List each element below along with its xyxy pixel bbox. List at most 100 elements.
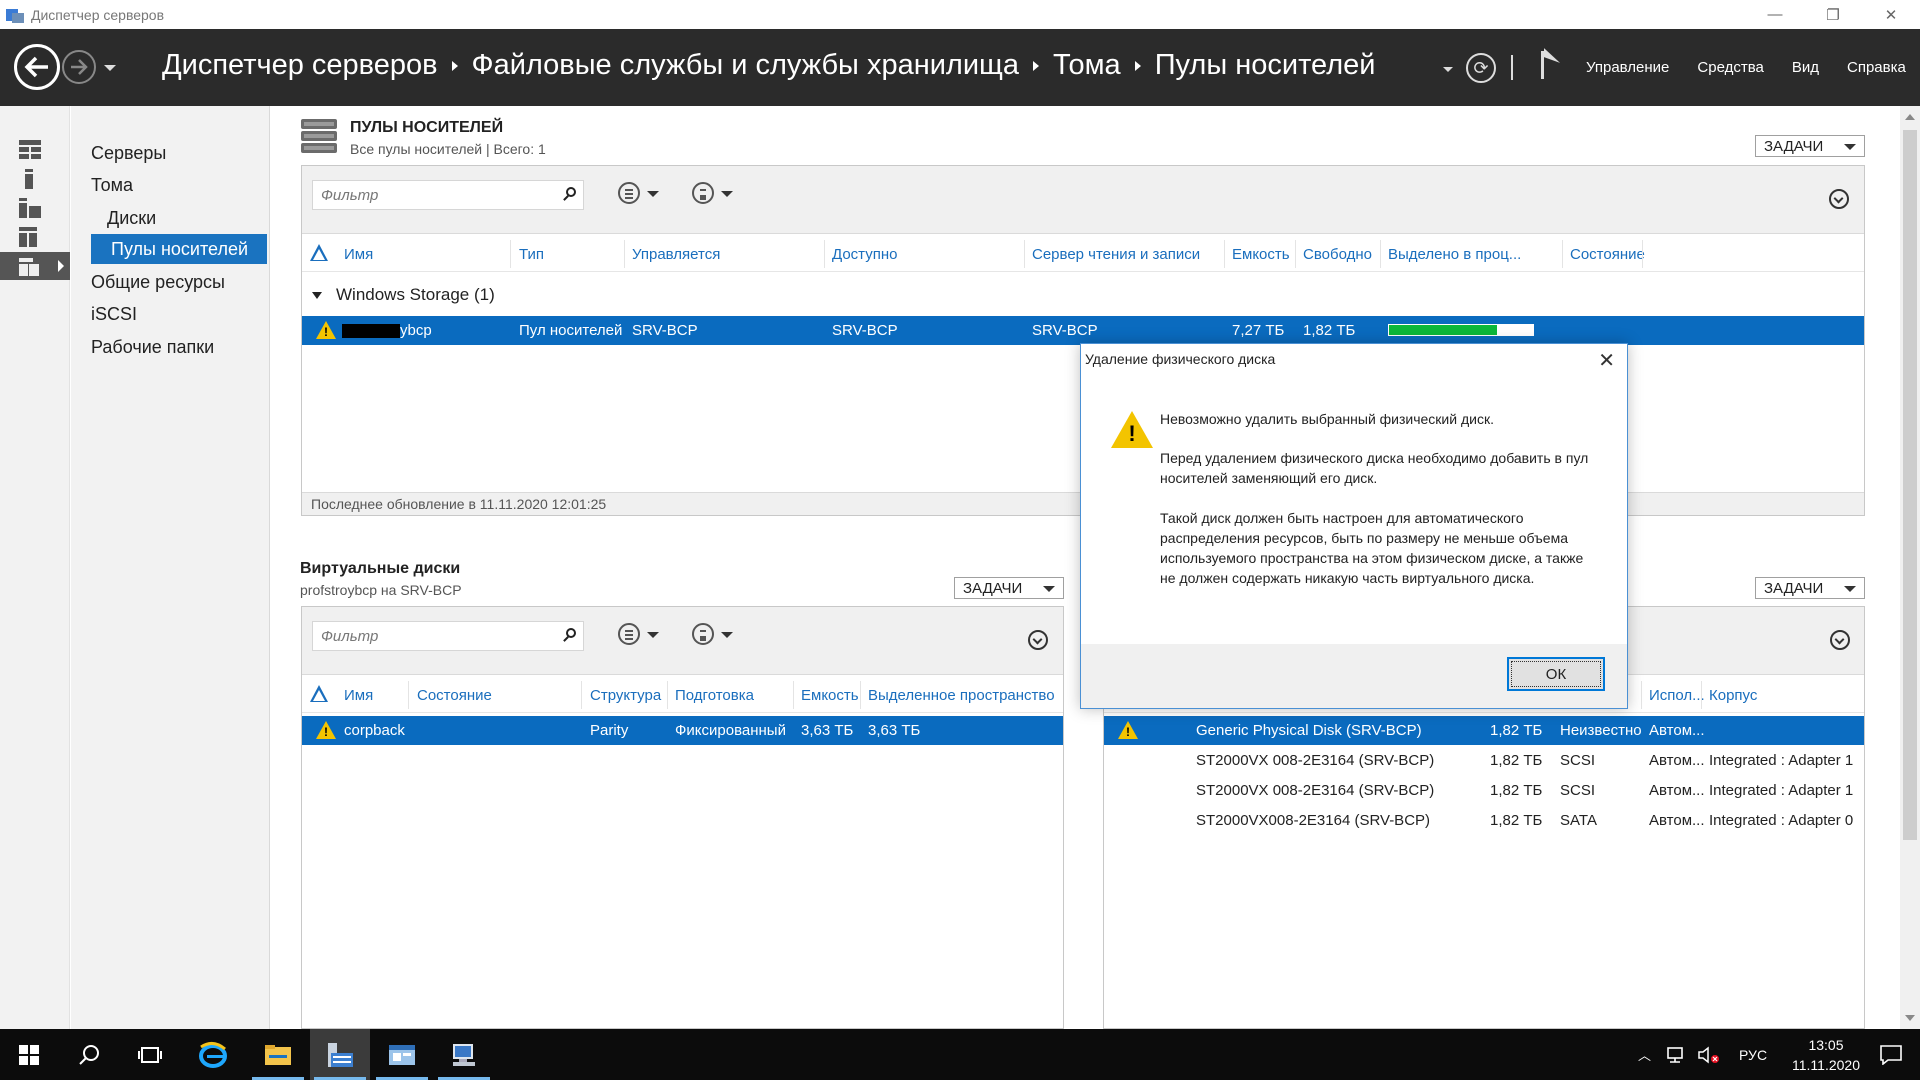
table-row[interactable]: ! ybcp Пул носителей SRV-BCP SRV-BCP SRV… — [302, 316, 1864, 345]
col-allocated-percent[interactable]: Выделено в проц... — [1388, 246, 1521, 263]
nav-item-volumes[interactable]: Тома — [91, 170, 133, 200]
pool-group-header[interactable]: Windows Storage (1) — [312, 285, 495, 305]
refresh-button[interactable]: ⟳ — [1466, 53, 1496, 83]
pdisk-capacity: 1,82 ТБ — [1490, 722, 1543, 739]
rail-storage-services[interactable] — [0, 252, 70, 280]
search-icon[interactable] — [563, 628, 577, 642]
pools-expand-button[interactable] — [1829, 189, 1849, 209]
breadcrumb-volumes[interactable]: Тома — [1053, 49, 1121, 82]
nav-item-iscsi[interactable]: iSCSI — [91, 299, 137, 329]
col-name[interactable]: Имя — [344, 687, 373, 704]
explorer-taskbar-button[interactable] — [248, 1029, 308, 1080]
save-query-dropdown-icon[interactable] — [721, 632, 733, 638]
table-row[interactable]: ST2000VX008-2E3164 (SRV-BCP) 1,82 ТБ SAT… — [1104, 806, 1864, 835]
action-center-button[interactable] — [1862, 1029, 1920, 1080]
clock[interactable]: 13:05 11.11.2020 — [1792, 1035, 1860, 1075]
redacted-name-block — [342, 324, 400, 338]
server-manager-taskbar-button[interactable] — [310, 1029, 370, 1080]
pools-filter-input[interactable]: Фильтр — [312, 180, 584, 210]
col-allocated[interactable]: Выделенное пространство — [868, 687, 1055, 704]
table-row[interactable]: ST2000VX 008-2E3164 (SRV-BCP) 1,82 ТБ SC… — [1104, 776, 1864, 805]
scroll-up-icon[interactable] — [1905, 114, 1915, 120]
forward-button[interactable] — [62, 50, 96, 84]
collapse-triangle-icon[interactable] — [312, 292, 322, 300]
save-query-icon[interactable] — [692, 623, 714, 645]
pools-tasks-button[interactable]: ЗАДАЧИ — [1755, 135, 1865, 157]
menu-help[interactable]: Справка — [1847, 59, 1906, 76]
minimize-button[interactable]: — — [1746, 0, 1804, 29]
col-usage[interactable]: Испол... — [1649, 687, 1705, 704]
rail-all-servers[interactable] — [0, 194, 70, 222]
col-state[interactable]: Состояние — [417, 687, 492, 704]
warning-column-icon[interactable] — [310, 244, 328, 264]
breadcrumb-dropdown-icon[interactable] — [1443, 67, 1453, 72]
task-view-button[interactable] — [120, 1029, 180, 1080]
ie-taskbar-button[interactable] — [183, 1029, 243, 1080]
rail-dashboard[interactable] — [0, 136, 70, 164]
rail-local-server[interactable] — [0, 165, 70, 193]
start-button[interactable] — [0, 1029, 58, 1080]
volume-muted-icon[interactable] — [1697, 1045, 1721, 1064]
search-taskbar-button[interactable] — [60, 1029, 120, 1080]
scroll-down-icon[interactable] — [1905, 1015, 1915, 1021]
breadcrumb-server-manager[interactable]: Диспетчер серверов — [162, 49, 438, 82]
col-capacity[interactable]: Емкость — [1232, 246, 1290, 263]
col-name[interactable]: Имя — [344, 246, 373, 263]
pdisk-bus: SATA — [1560, 812, 1597, 829]
col-status[interactable]: Состояние — [1570, 246, 1645, 263]
nav-item-servers[interactable]: Серверы — [91, 138, 166, 168]
pdisk-capacity: 1,82 ТБ — [1490, 752, 1543, 769]
col-layout[interactable]: Структура — [590, 687, 661, 704]
col-managed-by[interactable]: Управляется — [632, 246, 720, 263]
col-type[interactable]: Тип — [519, 246, 544, 263]
nav-item-storage-pools[interactable]: Пулы носителей — [91, 234, 267, 264]
menu-view[interactable]: Вид — [1792, 59, 1819, 76]
vdisks-tasks-button[interactable]: ЗАДАЧИ — [954, 577, 1064, 599]
list-options-icon[interactable] — [618, 182, 640, 204]
vdisks-expand-button[interactable] — [1028, 630, 1048, 650]
network-app-taskbar-button[interactable] — [434, 1029, 494, 1080]
pool-managed-by: SRV-BCP — [632, 322, 698, 339]
table-row[interactable]: ST2000VX 008-2E3164 (SRV-BCP) 1,82 ТБ SC… — [1104, 746, 1864, 775]
input-language[interactable]: РУС — [1739, 1047, 1767, 1063]
table-row[interactable]: ! corpback Parity Фиксированный 3,63 ТБ … — [302, 716, 1063, 745]
rail-file-services-role[interactable] — [0, 223, 70, 251]
warning-column-icon[interactable] — [310, 685, 328, 705]
nav-item-work-folders[interactable]: Рабочие папки — [91, 332, 214, 362]
pdisks-tasks-button[interactable]: ЗАДАЧИ — [1755, 577, 1865, 599]
menu-manage[interactable]: Управление — [1586, 59, 1669, 76]
nav-item-shares[interactable]: Общие ресурсы — [91, 267, 225, 297]
pool-group-label: Windows Storage (1) — [336, 285, 495, 304]
col-provisioning[interactable]: Подготовка — [675, 687, 754, 704]
nav-item-disks[interactable]: Диски — [91, 203, 156, 233]
close-window-button[interactable]: ✕ — [1862, 0, 1920, 29]
list-options-icon[interactable] — [618, 623, 640, 645]
col-available-to[interactable]: Доступно — [832, 246, 897, 263]
table-row[interactable]: ! Generic Physical Disk (SRV-BCP) 1,82 Т… — [1104, 716, 1864, 745]
vertical-scrollbar[interactable] — [1900, 106, 1920, 1029]
back-button[interactable] — [14, 44, 60, 90]
list-options-dropdown-icon[interactable] — [647, 191, 659, 197]
col-capacity[interactable]: Емкость — [801, 687, 859, 704]
history-dropdown-icon[interactable] — [104, 65, 116, 71]
dialog-close-button[interactable]: ✕ — [1598, 348, 1615, 373]
menu-tools[interactable]: Средства — [1697, 59, 1763, 76]
network-icon[interactable] — [1665, 1046, 1685, 1064]
list-options-dropdown-icon[interactable] — [647, 632, 659, 638]
save-query-dropdown-icon[interactable] — [721, 191, 733, 197]
col-rw-server[interactable]: Сервер чтения и записи — [1032, 246, 1200, 263]
breadcrumb-file-services[interactable]: Файловые службы и службы хранилища — [472, 49, 1020, 82]
pdisks-expand-button[interactable] — [1830, 630, 1850, 650]
local-server-icon — [19, 169, 41, 189]
notifications-flag-icon[interactable] — [1539, 48, 1561, 79]
scrollbar-thumb[interactable] — [1903, 130, 1917, 840]
search-icon[interactable] — [563, 187, 577, 201]
vdisks-filter-input[interactable]: Фильтр — [312, 621, 584, 651]
tray-overflow-icon[interactable]: ︿ — [1638, 1045, 1651, 1064]
col-free[interactable]: Свободно — [1303, 246, 1372, 263]
control-panel-taskbar-button[interactable] — [372, 1029, 432, 1080]
restore-button[interactable]: ❐ — [1804, 0, 1862, 29]
save-query-icon[interactable] — [692, 182, 714, 204]
ok-button[interactable]: ОК — [1507, 657, 1605, 691]
col-chassis[interactable]: Корпус — [1709, 687, 1757, 704]
